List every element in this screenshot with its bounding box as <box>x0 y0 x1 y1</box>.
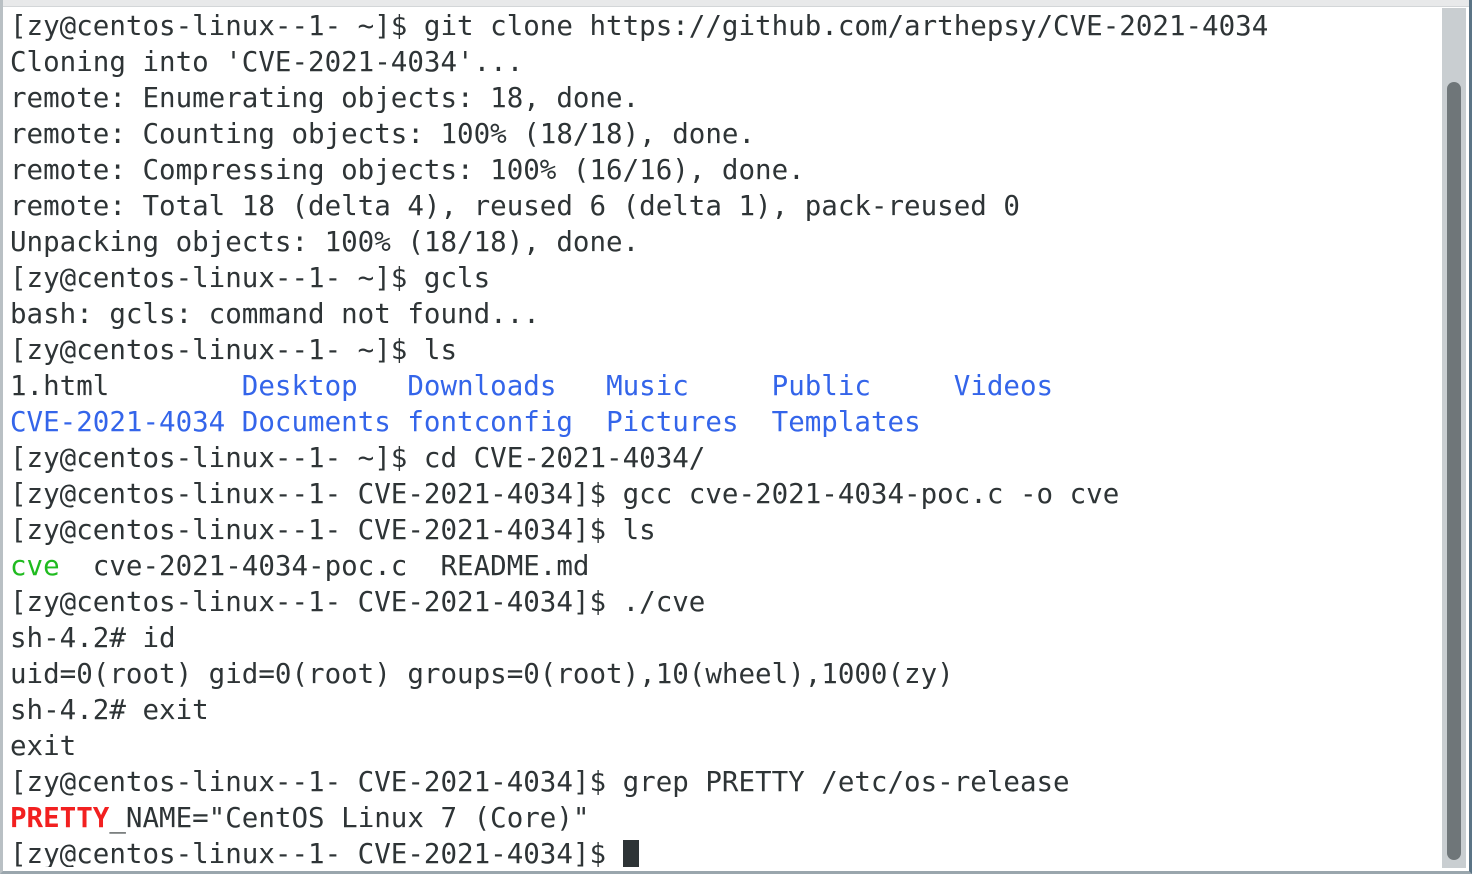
terminal-text-segment: Documents <box>241 406 408 438</box>
terminal-window[interactable]: [zy@centos-linux--1- ~]$ git clone https… <box>0 0 1472 874</box>
terminal-line: uid=0(root) gid=0(root) groups=0(root),1… <box>10 656 1442 692</box>
terminal-text-segment: [zy@centos-linux--1- CVE-2021-4034]$ ls <box>10 514 656 546</box>
terminal-line: [zy@centos-linux--1- ~]$ git clone https… <box>10 8 1442 44</box>
terminal-line: [zy@centos-linux--1- ~]$ ls <box>10 332 1442 368</box>
terminal-text-segment: [zy@centos-linux--1- ~]$ git clone https… <box>10 10 1269 42</box>
terminal-line: sh-4.2# id <box>10 620 1442 656</box>
terminal-text-segment: Cloning into 'CVE-2021-4034'... <box>10 46 524 78</box>
terminal-text-segment: [zy@centos-linux--1- CVE-2021-4034]$ gcc… <box>10 478 1120 510</box>
terminal-text-segment: sh-4.2# exit <box>10 694 209 726</box>
terminal-text-segment: Videos <box>953 370 1054 402</box>
terminal-text-segment: Templates <box>771 406 921 438</box>
vertical-scrollbar[interactable] <box>1442 8 1466 868</box>
terminal-line: Unpacking objects: 100% (18/18), done. <box>10 224 1442 260</box>
terminal-text-segment: sh-4.2# id <box>10 622 176 654</box>
terminal-line: [zy@centos-linux--1- CVE-2021-4034]$ ls <box>10 512 1442 548</box>
terminal-text-segment: 1.html <box>10 370 242 402</box>
scrollbar-thumb[interactable] <box>1447 82 1461 860</box>
terminal-text-segment: Music <box>606 370 772 402</box>
terminal-text-segment: Pictures <box>606 406 772 438</box>
terminal-text-segment: Unpacking objects: 100% (18/18), done. <box>10 226 640 258</box>
terminal-text-segment: uid=0(root) gid=0(root) groups=0(root),1… <box>10 658 954 690</box>
terminal-text-segment: cve-2021-4034-poc.c README.md <box>59 550 590 582</box>
terminal-text-segment: [zy@centos-linux--1- ~]$ gcls <box>10 262 491 294</box>
terminal-line: cve cve-2021-4034-poc.c README.md <box>10 548 1442 584</box>
text-cursor <box>622 840 639 867</box>
window-titlebar <box>3 0 1469 7</box>
terminal-text-segment: [zy@centos-linux--1- ~]$ ls <box>10 334 458 366</box>
terminal-line: remote: Enumerating objects: 18, done. <box>10 80 1442 116</box>
terminal-text-segment: [zy@centos-linux--1- CVE-2021-4034]$ gre… <box>10 766 1070 798</box>
terminal-text-segment: remote: Compressing objects: 100% (16/16… <box>10 154 805 186</box>
terminal-line: [zy@centos-linux--1- CVE-2021-4034]$ gre… <box>10 764 1442 800</box>
terminal-line: sh-4.2# exit <box>10 692 1442 728</box>
terminal-text-segment: remote: Counting objects: 100% (18/18), … <box>10 118 756 150</box>
terminal-line: remote: Total 18 (delta 4), reused 6 (de… <box>10 188 1442 224</box>
terminal-text-segment: remote: Enumerating objects: 18, done. <box>10 82 640 114</box>
terminal-line: [zy@centos-linux--1- CVE-2021-4034]$ <box>10 836 1442 867</box>
terminal-text-segment: [zy@centos-linux--1- ~]$ cd CVE-2021-403… <box>10 442 706 474</box>
terminal-line: remote: Compressing objects: 100% (16/16… <box>10 152 1442 188</box>
terminal-text-segment: exit <box>10 730 77 762</box>
terminal-line: Cloning into 'CVE-2021-4034'... <box>10 44 1442 80</box>
terminal-line: exit <box>10 728 1442 764</box>
terminal-text-segment: remote: Total 18 (delta 4), reused 6 (de… <box>10 190 1020 222</box>
terminal-line: PRETTY_NAME="CentOS Linux 7 (Core)" <box>10 800 1442 836</box>
terminal-line: CVE-2021-4034 Documents fontconfig Pictu… <box>10 404 1442 440</box>
terminal-text-segment: fontconfig <box>407 406 607 438</box>
terminal-line: bash: gcls: command not found... <box>10 296 1442 332</box>
terminal-text-segment: Public <box>771 370 954 402</box>
terminal-text-segment: CVE-2021-4034 <box>10 406 242 438</box>
terminal-text-segment: cve <box>10 550 60 582</box>
terminal-line: [zy@centos-linux--1- CVE-2021-4034]$ ./c… <box>10 584 1442 620</box>
terminal-line: 1.html Desktop Downloads Music Public Vi… <box>10 368 1442 404</box>
terminal-text-segment: Downloads <box>407 370 607 402</box>
terminal-output-area[interactable]: [zy@centos-linux--1- ~]$ git clone https… <box>3 8 1442 867</box>
terminal-text-segment: [zy@centos-linux--1- CVE-2021-4034]$ <box>10 838 623 867</box>
terminal-line: remote: Counting objects: 100% (18/18), … <box>10 116 1442 152</box>
terminal-text-segment: bash: gcls: command not found... <box>10 298 540 330</box>
terminal-line: [zy@centos-linux--1- CVE-2021-4034]$ gcc… <box>10 476 1442 512</box>
terminal-text-segment: [zy@centos-linux--1- CVE-2021-4034]$ ./c… <box>10 586 706 618</box>
terminal-text-segment: PRETTY <box>10 802 110 834</box>
terminal-line: [zy@centos-linux--1- ~]$ gcls <box>10 260 1442 296</box>
terminal-text-segment: Desktop <box>241 370 408 402</box>
terminal-text-segment: _NAME="CentOS Linux 7 (Core)" <box>109 802 590 834</box>
terminal-line: [zy@centos-linux--1- ~]$ cd CVE-2021-403… <box>10 440 1442 476</box>
